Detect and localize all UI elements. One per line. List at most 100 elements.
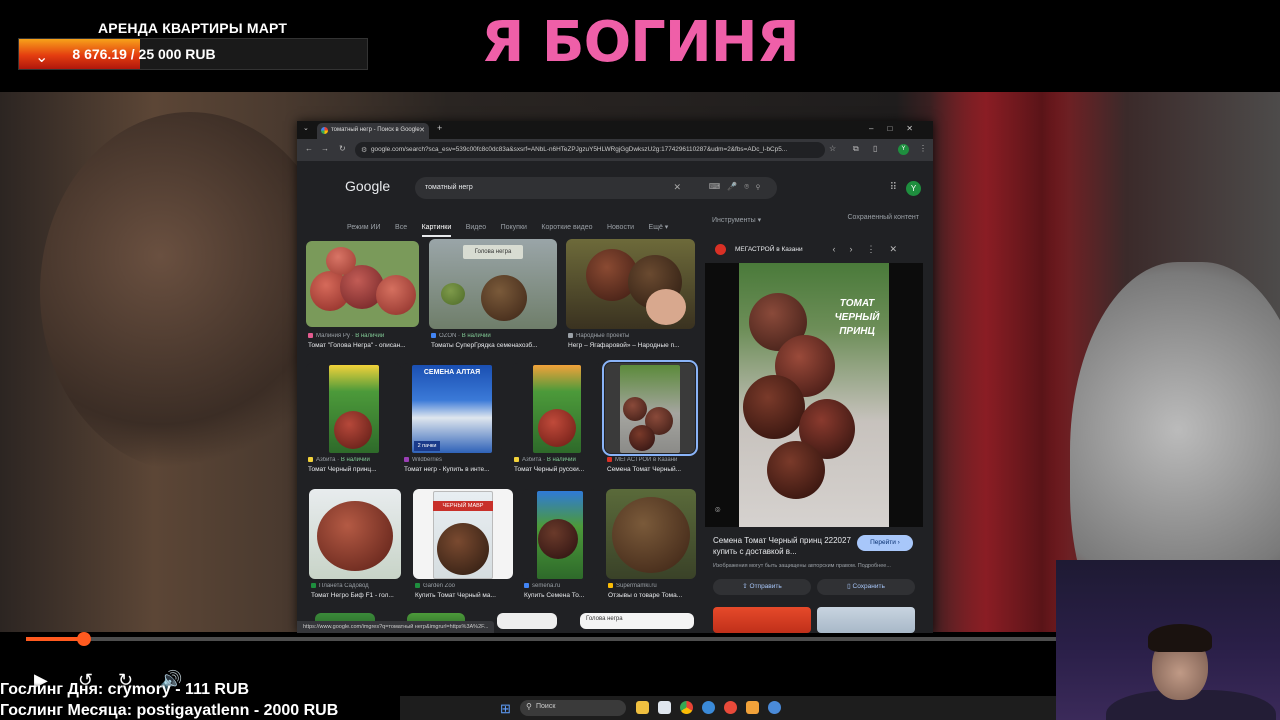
panel-nav-icons[interactable]: ‹›⋮✕ [832, 244, 911, 255]
result-title: Семена Томат Черный... [607, 466, 682, 473]
clear-icon[interactable]: ✕ [673, 182, 681, 193]
file-explorer-icon[interactable] [636, 701, 649, 714]
account-avatar[interactable]: Y [906, 181, 921, 196]
result-source: OZON · В наличии [431, 333, 559, 339]
taskbar-search[interactable]: ⚲ Поиск [520, 700, 626, 716]
result-source: Азбита · В наличии [514, 457, 604, 463]
save-button[interactable]: ▯ Сохранить [817, 579, 915, 595]
result-tile[interactable]: Голова негра OZON · В наличии Томаты Суп… [429, 239, 557, 351]
status-url: https://www.google.com/imgres?q=томатный… [297, 621, 495, 633]
webcam-hair [1148, 624, 1212, 652]
close-icon[interactable]: ✕ [419, 126, 425, 134]
share-button[interactable]: ⇪ Отправить [713, 579, 811, 595]
golova-label: Голова негра [580, 613, 694, 629]
share-icon: ⇪ [742, 583, 750, 590]
black-moor-label: ЧЕРНЫЙ МАВР [433, 501, 493, 511]
window-controls[interactable]: –□✕ [869, 124, 927, 133]
result-tile[interactable]: Азбита · В наличии Томат Черный русски..… [512, 363, 602, 475]
result-tile[interactable]: Народные проекты Негр – Ягафаровой» – На… [566, 239, 695, 351]
chrome-icon[interactable] [680, 701, 693, 714]
filter-shopping[interactable]: Покупки [501, 224, 527, 231]
result-source: Garden Zoo [415, 583, 515, 589]
sidebar-icon[interactable]: ▯ [873, 144, 877, 153]
donor-of-month: Гослинг Месяца: postigayatlenn - 2000 RU… [0, 702, 339, 719]
lens-icon[interactable]: ⌾ [715, 505, 720, 516]
search-input[interactable]: томатный негр ✕ ⌨🎤⌾⚲ [415, 177, 777, 199]
result-image [306, 363, 401, 453]
filter-images[interactable]: Картинки [421, 224, 452, 237]
reload-icon[interactable]: ↻ [339, 144, 346, 153]
windows-taskbar: ⊞ ⚲ Поиск [400, 696, 1056, 720]
edge-icon[interactable] [702, 701, 715, 714]
filter-more[interactable]: Ещё ▾ [649, 223, 669, 231]
taskbar-search-text: Поиск [536, 703, 556, 710]
result-tile[interactable]: Азбита · В наличии Томат Черный принц... [306, 363, 401, 475]
result-source: Азбита · В наличии [308, 457, 403, 463]
panel-site-name[interactable]: МЕГАСТРОЙ в Казани [735, 246, 803, 253]
goal-title: АРЕНДА КВАРТИРЫ МАРТ [98, 20, 288, 36]
panel-image[interactable]: ТОМАТ ЧЕРНЫЙ ПРИНЦ ⌾ [705, 263, 923, 527]
back-icon[interactable]: ← [305, 144, 313, 153]
result-image [602, 360, 698, 456]
result-tile[interactable] [497, 613, 557, 629]
result-tile[interactable]: СЕМЕНА АЛТАЯ 2 пачки Wildberries Томат н… [402, 363, 502, 475]
browser-window: ⌄ томатный негр - Поиск в Google ✕ + –□✕… [297, 121, 933, 633]
result-title: Купить Томат Черный ма... [415, 592, 496, 599]
tab-search-icon[interactable]: ⌄ [303, 124, 309, 132]
app-icon[interactable] [746, 701, 759, 714]
visit-button[interactable]: Перейти › [857, 535, 913, 551]
panel-header: МЕГАСТРОЙ в Казани ‹›⋮✕ [705, 241, 923, 257]
filter-video[interactable]: Видео [466, 224, 486, 231]
result-tile[interactable]: Планета Садовод Томат Негро Биф F1 - гол… [309, 489, 401, 601]
video-figure-left [40, 112, 340, 472]
result-tile[interactable]: Голова негра [580, 613, 694, 629]
result-title: Томат Черный русски... [514, 466, 585, 473]
site-info-icon[interactable]: ⚙ [361, 146, 367, 154]
stream-headline: Я БОГИНЯ [481, 10, 799, 75]
related-image[interactable] [713, 607, 811, 633]
result-tile[interactable]: Supermamki.ru Отзывы о товаре Тома... [606, 489, 696, 601]
menu-dots-icon[interactable]: ⋮ [919, 144, 927, 153]
progress-knob[interactable] [76, 632, 91, 646]
result-image: ЧЕРНЫЙ МАВР [413, 489, 513, 579]
profile-avatar[interactable]: Y [898, 144, 909, 155]
apps-grid-icon[interactable]: ⠿ [890, 182, 897, 193]
related-image[interactable] [817, 607, 915, 633]
result-tile[interactable]: semena.ru Купить Семена То... [522, 489, 597, 601]
progress-fill [26, 637, 84, 641]
result-tile-selected[interactable]: МЕГАСТРОЙ в Казани Семена Томат Черный..… [602, 360, 698, 479]
windows-start-icon[interactable]: ⊞ [500, 701, 511, 717]
extensions-icon[interactable]: ⧉ [853, 144, 859, 154]
video-progress-bar[interactable] [26, 632, 1056, 646]
filter-all[interactable]: Все [395, 224, 407, 231]
google-logo[interactable]: Google [345, 178, 390, 194]
bookmark-star-icon[interactable]: ☆ [829, 144, 836, 153]
video-curtain [930, 92, 1070, 632]
app-icon[interactable] [768, 701, 781, 714]
url-field[interactable]: ⚙ google.com/search?sca_esv=539c00fc8c0d… [355, 142, 825, 158]
app-icon[interactable] [724, 701, 737, 714]
filter-ai-mode[interactable]: Режим ИИ [347, 224, 381, 231]
search-icon: ⚲ [526, 702, 532, 711]
result-tile[interactable]: ЧЕРНЫЙ МАВР Garden Zoo Купить Томат Черн… [413, 489, 513, 601]
new-tab-icon[interactable]: + [437, 123, 442, 133]
result-tile[interactable]: Малиния Ру · В наличии Томат "Голова Нег… [306, 241, 419, 351]
panel-image-caption: ТОМАТ ЧЕРНЫЙ ПРИНЦ [834, 298, 880, 337]
google-images-page: Google томатный негр ✕ ⌨🎤⌾⚲ ⠿ Y Режим ИИ… [297, 161, 933, 633]
result-image [306, 241, 419, 327]
goal-progress-text: 8 676.19 / 25 000 RUB [72, 46, 216, 62]
app-icon[interactable] [658, 701, 671, 714]
forward-icon[interactable]: → [321, 144, 329, 153]
tab-google-search[interactable]: томатный негр - Поиск в Google ✕ [317, 123, 429, 139]
tab-bar: ⌄ томатный негр - Поиск в Google ✕ + –□✕ [297, 121, 933, 139]
search-tools-icons[interactable]: ⌨🎤⌾⚲ [709, 182, 767, 192]
address-bar: ← → ↻ ⚙ google.com/search?sca_esv=539c00… [297, 139, 933, 161]
search-query: томатный негр [425, 184, 473, 191]
filter-short-video[interactable]: Короткие видео [541, 224, 592, 231]
donor-of-day: Гослинг Дня: crymory - 111 RUB [0, 681, 250, 698]
tools-button[interactable]: Инструменты ▾ [712, 216, 761, 224]
result-source: Планета Садовод [311, 583, 403, 589]
filter-news[interactable]: Новости [607, 224, 634, 231]
panel-title[interactable]: Семена Томат Черный принц 222027 купить … [713, 535, 853, 557]
saved-content-link[interactable]: Сохраненный контент [847, 214, 919, 221]
